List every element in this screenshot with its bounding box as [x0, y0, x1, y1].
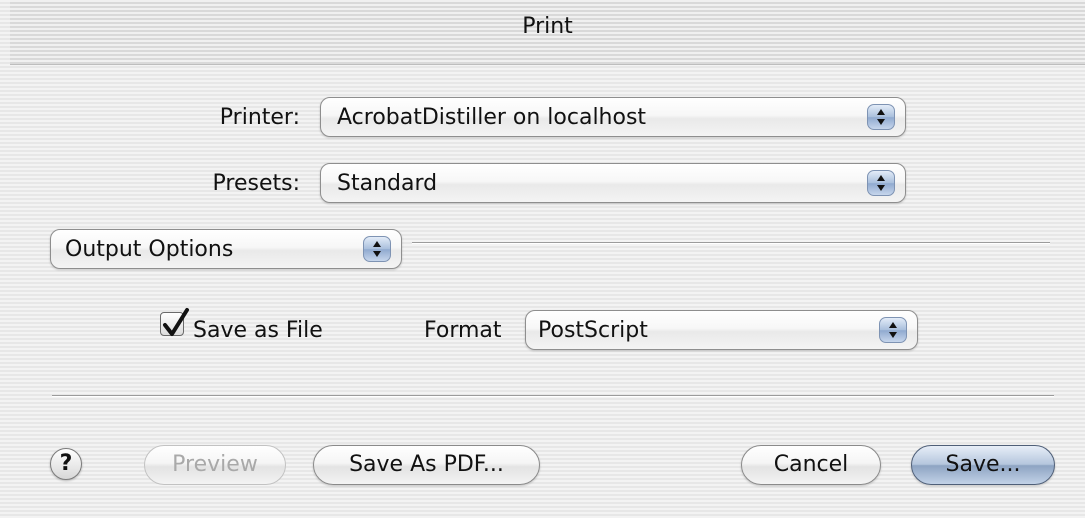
- cancel-button[interactable]: Cancel: [741, 445, 881, 485]
- save-as-file-label[interactable]: Save as File: [193, 318, 323, 343]
- up-down-arrows-icon: [867, 170, 895, 196]
- preview-button[interactable]: Preview: [144, 445, 286, 485]
- save-button[interactable]: Save...: [911, 445, 1055, 485]
- up-down-arrows-icon: [363, 236, 391, 262]
- panel-popup-value: Output Options: [65, 237, 234, 262]
- up-down-arrows-icon: [879, 317, 907, 343]
- window-title: Print: [522, 14, 573, 39]
- up-down-arrows-icon: [867, 104, 895, 130]
- panel-popup[interactable]: Output Options: [50, 229, 402, 269]
- presets-popup[interactable]: Standard: [320, 163, 906, 203]
- printer-label: Printer:: [219, 105, 300, 130]
- panel-divider: [412, 242, 1050, 244]
- question-mark-icon: ?: [59, 451, 73, 476]
- save-as-file-checkbox[interactable]: [160, 308, 189, 336]
- format-popup-value: PostScript: [538, 318, 648, 343]
- checkmark-icon: [163, 308, 189, 336]
- format-popup[interactable]: PostScript: [525, 310, 918, 350]
- presets-popup-value: Standard: [337, 171, 438, 196]
- format-label: Format: [424, 318, 502, 343]
- printer-popup-value: AcrobatDistiller on localhost: [337, 105, 647, 130]
- save-as-pdf-button[interactable]: Save As PDF...: [313, 445, 540, 485]
- help-button[interactable]: ?: [50, 448, 82, 480]
- presets-label: Presets:: [212, 171, 300, 196]
- printer-popup[interactable]: AcrobatDistiller on localhost: [320, 97, 906, 137]
- window-titlebar: Print: [10, 0, 1085, 65]
- bottom-divider: [52, 395, 1054, 397]
